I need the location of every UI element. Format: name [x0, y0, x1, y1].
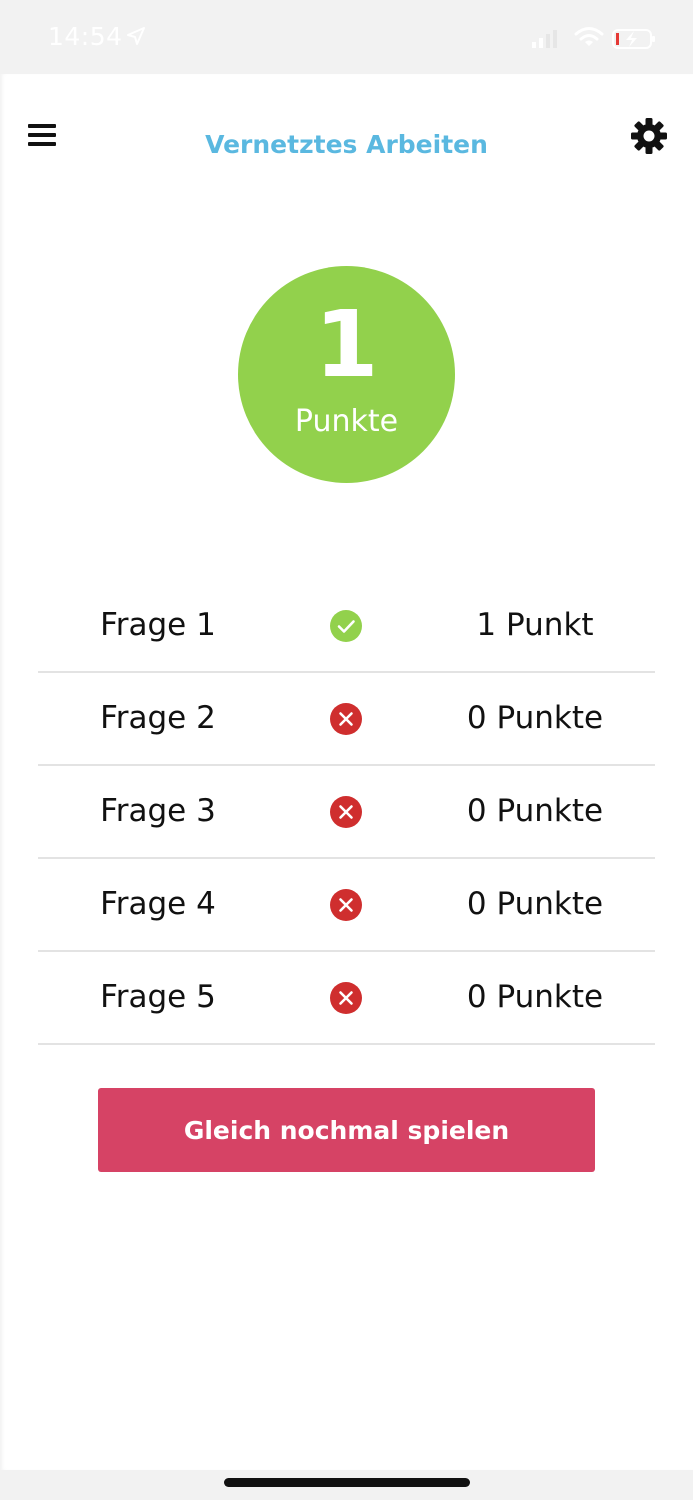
- score-badge: 1 Punkte: [238, 266, 455, 483]
- cellular-signal-icon: [532, 30, 558, 52]
- x-circle-icon: [330, 703, 362, 735]
- play-again-button[interactable]: Gleich nochmal spielen: [98, 1088, 595, 1172]
- home-bar: [0, 1470, 693, 1500]
- points-value: 0 Punkte: [466, 793, 604, 829]
- x-circle-icon: [330, 796, 362, 828]
- battery-charging-icon: [612, 28, 658, 54]
- result-row: Frage 5 0 Punkte: [38, 952, 655, 1045]
- points-value: 1 Punkt: [476, 607, 594, 643]
- check-circle-icon: [330, 610, 362, 642]
- score-unit: Punkte: [294, 404, 399, 439]
- result-row: Frage 4 0 Punkte: [38, 859, 655, 952]
- gear-icon[interactable]: [630, 117, 668, 155]
- points-value: 0 Punkte: [466, 886, 604, 922]
- results-screen: Vernetztes Arbeiten 1 Punkte Frage 1 1 P…: [0, 74, 693, 1470]
- status-bar: 14:54: [0, 0, 693, 74]
- question-label: Frage 3: [100, 793, 216, 829]
- points-value: 0 Punkte: [466, 700, 604, 736]
- question-label: Frage 4: [100, 886, 216, 922]
- location-arrow-icon: [126, 26, 146, 50]
- x-circle-icon: [330, 889, 362, 921]
- page-title: Vernetztes Arbeiten: [205, 130, 488, 159]
- x-circle-icon: [330, 982, 362, 1014]
- wifi-icon: [574, 26, 604, 52]
- question-label: Frage 2: [100, 700, 216, 736]
- home-indicator[interactable]: [224, 1478, 470, 1487]
- score-value: 1: [314, 291, 379, 398]
- result-row: Frage 1 1 Punkt: [38, 580, 655, 673]
- question-label: Frage 1: [100, 607, 216, 643]
- points-value: 0 Punkte: [466, 979, 604, 1015]
- status-time: 14:54: [48, 22, 123, 51]
- result-row: Frage 3 0 Punkte: [38, 766, 655, 859]
- question-label: Frage 5: [100, 979, 216, 1015]
- result-row: Frage 2 0 Punkte: [38, 673, 655, 766]
- results-list: Frage 1 1 Punkt Frage 2 0 Punkte Frage 3…: [38, 580, 655, 1045]
